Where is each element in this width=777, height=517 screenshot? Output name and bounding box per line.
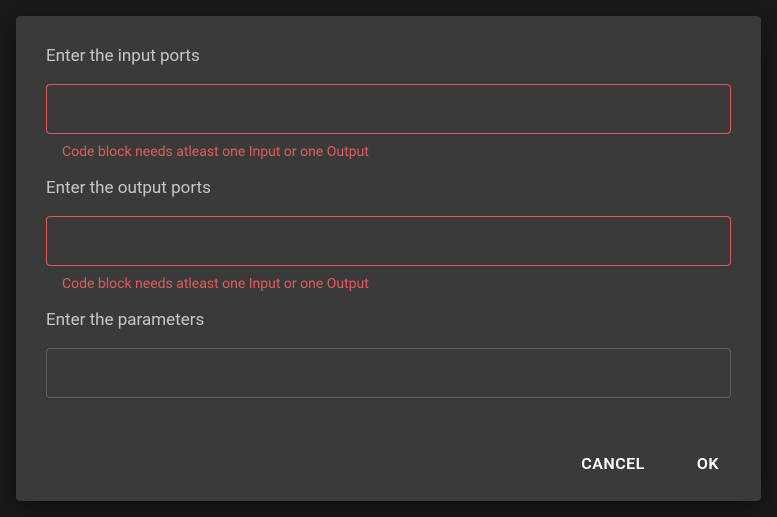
parameters-label: Enter the parameters [46, 310, 731, 330]
output-ports-group: Enter the output ports Code block needs … [46, 178, 731, 292]
output-ports-label: Enter the output ports [46, 178, 731, 198]
output-ports-field[interactable] [46, 216, 731, 266]
output-ports-error: Code block needs atleast one Input or on… [46, 276, 731, 292]
input-ports-group: Enter the input ports Code block needs a… [46, 46, 731, 160]
dialog-container: Enter the input ports Code block needs a… [16, 16, 761, 501]
input-ports-field[interactable] [46, 84, 731, 134]
parameters-field[interactable] [46, 348, 731, 398]
parameters-group: Enter the parameters [46, 310, 731, 398]
input-ports-error: Code block needs atleast one Input or on… [46, 144, 731, 160]
form-content: Enter the input ports Code block needs a… [46, 46, 731, 426]
button-row: CANCEL OK [46, 446, 731, 481]
ok-button[interactable]: OK [685, 446, 731, 481]
input-ports-label: Enter the input ports [46, 46, 731, 66]
cancel-button[interactable]: CANCEL [569, 446, 657, 481]
